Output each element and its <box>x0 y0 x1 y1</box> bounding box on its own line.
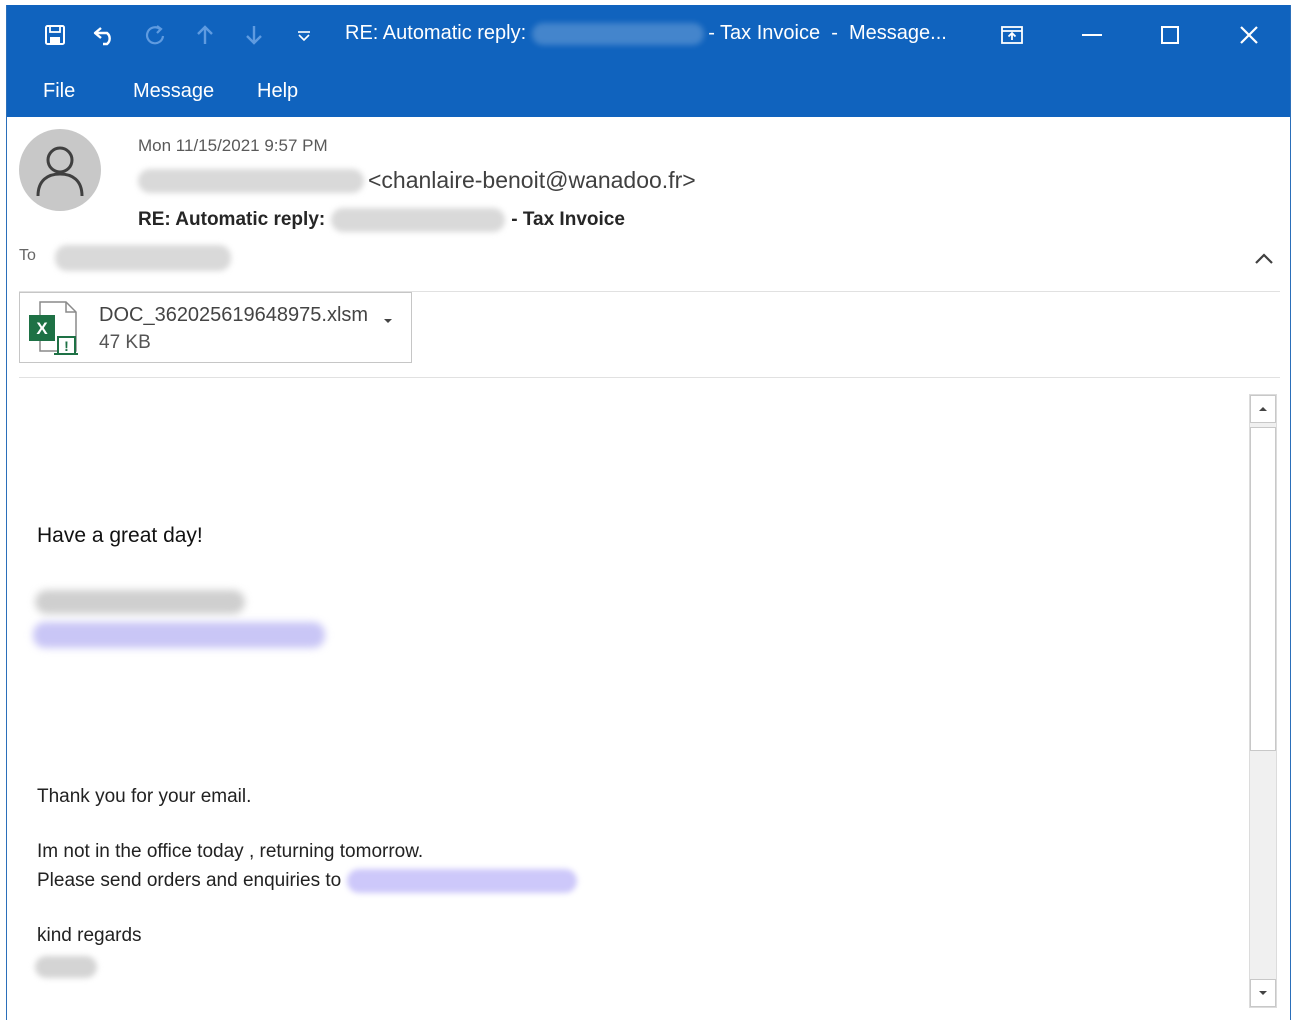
person-icon <box>36 146 84 197</box>
redacted-email-link[interactable] <box>347 869 578 893</box>
sender-email[interactable]: <chanlaire-benoit@wanadoo.fr> <box>368 167 696 194</box>
scroll-up-icon[interactable] <box>1250 395 1276 423</box>
title-prefix: RE: Automatic reply: <box>345 22 527 44</box>
message-window: RE: Automatic reply: - Tax Invoice - Mes… <box>6 5 1291 1020</box>
body-line-1: Thank you for your email. <box>37 786 252 807</box>
avatar <box>19 129 101 211</box>
greeting-text: Have a great day! <box>37 524 203 547</box>
redacted-closing-name <box>35 956 97 978</box>
redacted-title <box>532 22 705 45</box>
to-label: To <box>19 247 36 264</box>
redacted-sender-name <box>138 168 364 193</box>
sender[interactable]: <chanlaire-benoit@wanadoo.fr> <box>138 167 696 194</box>
scroll-thumb[interactable] <box>1250 427 1276 751</box>
body-line-3: Please send orders and enquiries to <box>37 869 578 893</box>
collapse-header-icon[interactable] <box>1252 247 1276 271</box>
menu-file[interactable]: File <box>43 80 75 103</box>
subject: RE: Automatic reply: - Tax Invoice <box>138 208 625 232</box>
minimize-icon[interactable] <box>1072 17 1112 53</box>
menu-message[interactable]: Message <box>133 80 214 103</box>
subject-suffix: - Tax Invoice <box>511 209 625 230</box>
menu-help[interactable]: Help <box>257 80 298 103</box>
svg-text:X: X <box>36 319 48 338</box>
attachment-filename: DOC_362025619648975.xlsm <box>99 304 369 326</box>
ribbon-display-options-icon[interactable] <box>992 17 1032 53</box>
title-suffix: - Tax Invoice - Message... <box>708 22 947 44</box>
body-line-3-text: Please send orders and enquiries to <box>37 870 342 891</box>
body-scrollbar[interactable] <box>1249 394 1277 1008</box>
window-title: RE: Automatic reply: - Tax Invoice - Mes… <box>345 22 947 45</box>
next-item-icon <box>240 19 268 51</box>
undo-icon[interactable] <box>91 19 119 51</box>
redacted-signature-name <box>35 590 245 614</box>
redacted-subject <box>331 208 506 232</box>
menu-bar: File Message Help <box>7 65 1290 117</box>
subject-prefix: RE: Automatic reply: <box>138 209 326 230</box>
maximize-icon[interactable] <box>1150 17 1190 53</box>
message-header: Mon 11/15/2021 9:57 PM <chanlaire-benoit… <box>7 117 1290 292</box>
customize-quick-access-icon[interactable] <box>290 19 318 51</box>
redacted-recipient[interactable] <box>55 245 231 271</box>
excel-macro-file-icon: X ! <box>28 301 82 357</box>
sent-date: Mon 11/15/2021 9:57 PM <box>138 136 328 155</box>
scroll-down-icon[interactable] <box>1250 979 1276 1007</box>
save-icon[interactable] <box>41 19 69 51</box>
title-bar: RE: Automatic reply: - Tax Invoice - Mes… <box>7 5 1290 65</box>
attachment-tile[interactable]: X ! DOC_362025619648975.xlsm 47 KB <box>19 292 412 363</box>
previous-item-icon <box>191 19 219 51</box>
redacted-signature-link[interactable] <box>33 622 325 648</box>
svg-text:!: ! <box>64 338 69 354</box>
redo-icon <box>141 19 169 51</box>
close-icon[interactable] <box>1229 17 1269 53</box>
attachment-size: 47 KB <box>99 332 151 353</box>
message-body: Have a great day! Thank you for your ema… <box>7 378 1290 1020</box>
body-line-2: Im not in the office today , returning t… <box>37 841 424 862</box>
body-line-4: kind regards <box>37 925 142 946</box>
attachment-dropdown-icon[interactable] <box>380 313 396 329</box>
